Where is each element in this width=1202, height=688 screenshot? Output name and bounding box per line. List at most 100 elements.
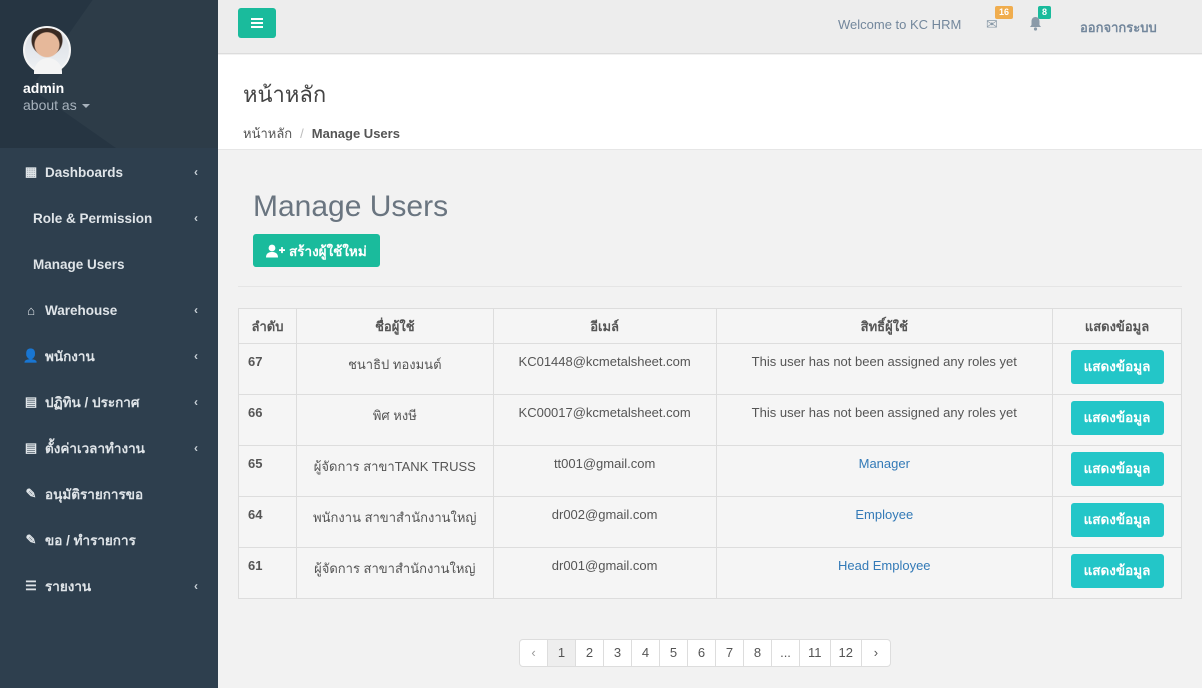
sidebar-item-dashboards[interactable]: ▦ Dashboards ‹ <box>0 149 218 195</box>
calendar-icon: ▤ <box>24 440 38 455</box>
breadcrumb-separator: / <box>300 126 304 141</box>
table-body: 67 ชนาธิป ทองมนต์ KC01448@kcmetalsheet.com… <box>238 343 1182 599</box>
table-header-row: ลำดับ ชื่อผู้ใช้ อีเมล์ สิทธิ์ผู้ใช้ แสดงข้อ… <box>238 308 1182 344</box>
show-details-button[interactable]: แสดงข้อมูล <box>1070 503 1164 537</box>
sidebar-item-item-5[interactable]: ▤ ปฏิทิน / ประกาศ ‹ <box>0 379 218 425</box>
user-plus-icon <box>266 244 285 257</box>
sidebar-item-item-7[interactable]: ✎ อนุมัติรายการขอ <box>0 471 218 517</box>
notification-button[interactable]: 8 <box>1029 6 1052 34</box>
profile-subtitle: about as <box>23 97 77 113</box>
sidebar-item-item-9[interactable]: ☰ รายงาน ‹ <box>0 563 218 609</box>
notification-count-badge: 8 <box>1038 6 1052 19</box>
table-row: 67 ชนาธิป ทองมนต์ KC01448@kcmetalsheet.com… <box>238 343 1182 395</box>
sidebar-item-manage-users[interactable]: Manage Users <box>0 241 218 287</box>
profile-dropdown-toggle[interactable]: about as <box>23 97 218 113</box>
sidebar-item-item-8[interactable]: ✎ ขอ / ทำรายการ <box>0 517 218 563</box>
row-username: ผู้จัดการ สาขาTANK TRUSS <box>295 445 494 497</box>
pagination-page[interactable]: 12 <box>831 640 862 666</box>
chevron-left-icon: ‹ <box>194 211 198 225</box>
sidebar-item-label: ปฏิทิน / ประกาศ <box>45 395 140 410</box>
chevron-left-icon: ‹ <box>194 165 198 179</box>
column-header: ลำดับ <box>238 308 297 344</box>
section-title: Manage Users <box>253 190 449 223</box>
sidebar-item-role-permission[interactable]: Role & Permission ‹ <box>0 195 218 241</box>
pagination-page[interactable]: 6 <box>688 640 716 666</box>
show-details-button[interactable]: แสดงข้อมูล <box>1070 554 1164 588</box>
user-icon: 👤 <box>22 348 40 363</box>
row-role-link[interactable]: Employee <box>715 496 1054 548</box>
table-row: 65 ผู้จัดการ สาขาTANK TRUSS tt001@gmail.co… <box>238 445 1182 497</box>
chevron-left-icon: ‹ <box>194 441 198 455</box>
pagination-page[interactable]: 4 <box>632 640 660 666</box>
avatar[interactable] <box>23 26 71 74</box>
row-email: dr002@gmail.com <box>492 496 717 548</box>
sidebar: admin about as ▦ Dashboards ‹ Role & Permis… <box>0 0 218 688</box>
page-title: หน้าหลัก <box>243 82 327 107</box>
sidebar-item-label: Dashboards <box>45 164 124 180</box>
row-username: พิศ หงษี <box>295 394 494 446</box>
table-row: 61 ผู้จัดการ สาขาสำนักงานใหญ่ dr001@gmail.… <box>238 547 1182 599</box>
welcome-text: Welcome to KC HRM <box>838 17 962 32</box>
column-header: สิทธิ์ผู้ใช้ <box>715 308 1054 344</box>
table-row: 64 พนักงาน สาขาสำนักงานใหญ่ dr002@gmail.co… <box>238 496 1182 548</box>
breadcrumb-home-link[interactable]: หน้าหลัก <box>243 126 292 141</box>
pagination-page[interactable]: 11 <box>800 640 831 666</box>
pagination-page[interactable]: 5 <box>660 640 688 666</box>
column-header: แสดงข้อมูล <box>1052 308 1182 344</box>
pagination-page[interactable]: 8 <box>744 640 772 666</box>
top-navbar: Welcome to KC HRM ✉ 16 8 ออกจากระบบ <box>218 0 1202 54</box>
sidebar-item-label: อนุมัติรายการขอ <box>45 487 144 502</box>
row-role: This user has not been assigned any role… <box>715 343 1054 395</box>
column-header: ชื่อผู้ใช้ <box>295 308 494 344</box>
mail-button[interactable]: ✉ 16 <box>986 6 1014 33</box>
create-user-label: สร้างผู้ใช้ใหม่ <box>289 243 367 259</box>
sidebar-menu: ▦ Dashboards ‹ Role & Permission ‹ Manage Use… <box>0 149 218 609</box>
sidebar-item-item-4[interactable]: 👤 พนักงาน ‹ <box>0 333 218 379</box>
logout-link[interactable]: ออกจากระบบ <box>1080 17 1157 38</box>
sidebar-item-label: ตั้งค่าเวลาทำงาน <box>45 441 145 456</box>
sidebar-item-warehouse[interactable]: ⌂ Warehouse ‹ <box>0 287 218 333</box>
chevron-left-icon: ‹ <box>194 395 198 409</box>
show-details-button[interactable]: แสดงข้อมูล <box>1070 452 1164 486</box>
calendar-icon: ▤ <box>24 394 38 409</box>
sidebar-item-item-6[interactable]: ▤ ตั้งค่าเวลาทำงาน ‹ <box>0 425 218 471</box>
main-content: Manage Users สร้างผู้ใช้ใหม่ ลำดับ ชื่อผู… <box>218 150 1202 688</box>
row-email: tt001@gmail.com <box>492 445 717 497</box>
users-table: ลำดับ ชื่อผู้ใช้ อีเมล์ สิทธิ์ผู้ใช้ แสดงข้อ… <box>238 308 1182 599</box>
table-row: 66 พิศ หงษี KC00017@kcmetalsheet.com This u… <box>238 394 1182 446</box>
row-action-cell: แสดงข้อมูล <box>1052 496 1182 548</box>
row-role: This user has not been assigned any role… <box>715 394 1054 446</box>
pagination-page[interactable]: 1 <box>548 640 576 666</box>
profile-username: admin <box>23 80 65 96</box>
row-username: ผู้จัดการ สาขาสำนักงานใหญ่ <box>295 547 494 599</box>
pagination: ‹ 1 2 3 4 5 6 7 8... 11 12 › <box>519 639 891 667</box>
row-role-link[interactable]: Manager <box>715 445 1054 497</box>
row-action-cell: แสดงข้อมูล <box>1052 394 1182 446</box>
pagination-page[interactable]: 2 <box>576 640 604 666</box>
menu-toggle-button[interactable] <box>238 8 276 38</box>
pagination-prev[interactable]: ‹ <box>520 640 548 666</box>
row-username: ชนาธิป ทองมนต์ <box>295 343 494 395</box>
dashboard-icon: ▦ <box>24 164 38 179</box>
row-action-cell: แสดงข้อมูล <box>1052 445 1182 497</box>
sidebar-item-label: Role & Permission <box>33 210 153 226</box>
breadcrumb-current: Manage Users <box>311 126 400 141</box>
hamburger-icon <box>251 18 263 20</box>
sidebar-item-label: พนักงาน <box>45 349 95 364</box>
show-details-button[interactable]: แสดงข้อมูล <box>1070 350 1164 384</box>
caret-down-icon <box>81 104 90 109</box>
show-details-button[interactable]: แสดงข้อมูล <box>1070 401 1164 435</box>
pagination-page[interactable]: 7 <box>716 640 744 666</box>
sidebar-item-label: รายงาน <box>45 579 92 594</box>
divider <box>238 286 1182 287</box>
row-id: 67 <box>238 343 297 395</box>
create-user-button[interactable]: สร้างผู้ใช้ใหม่ <box>253 234 380 267</box>
pagination-ellipsis: ... <box>772 640 800 666</box>
row-email: KC01448@kcmetalsheet.com <box>492 343 717 395</box>
pagination-page[interactable]: 3 <box>604 640 632 666</box>
row-id: 64 <box>238 496 297 548</box>
mail-count-badge: 16 <box>995 6 1014 19</box>
pagination-next[interactable]: › <box>862 640 890 666</box>
row-role-link[interactable]: Head Employee <box>715 547 1054 599</box>
chevron-left-icon: ‹ <box>194 349 198 363</box>
